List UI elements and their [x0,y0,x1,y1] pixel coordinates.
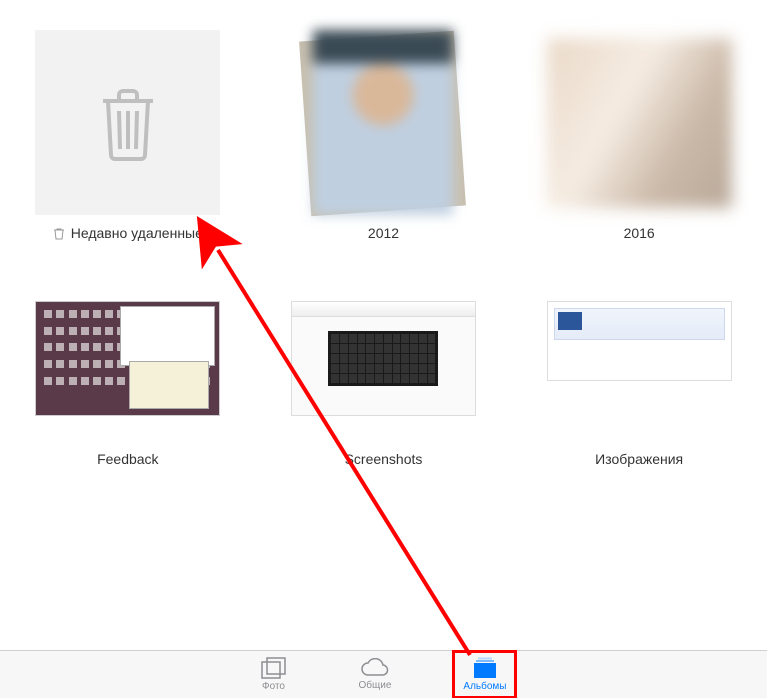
album-screenshots[interactable]: Screenshots [286,281,482,467]
album-thumb-2016 [547,30,732,215]
album-label: Недавно удаленные [71,225,203,241]
album-label-row: Screenshots [345,451,423,467]
tab-bar: Фото Общие Альбомы [0,650,767,698]
album-thumb-2012 [291,30,476,215]
albums-icon [472,657,498,679]
album-2012[interactable]: 2012 [286,30,482,241]
album-label-row: 2016 [624,225,655,241]
tab-label: Альбомы [463,681,506,692]
album-images[interactable]: Изображения [541,281,737,467]
album-feedback[interactable]: Feedback [30,281,226,467]
albums-grid: Недавно удаленные 2012 2016 [0,0,767,467]
cloud-icon [360,658,390,678]
album-label-row: Недавно удаленные [53,225,203,241]
album-label: Изображения [595,451,683,467]
album-label-row: Feedback [97,451,158,467]
album-thumb-recently-deleted [35,30,220,215]
tab-label: Общие [359,680,392,691]
album-label-row: 2012 [368,225,399,241]
album-2016[interactable]: 2016 [541,30,737,241]
trash-mini-icon [53,227,65,240]
photos-icon [261,657,287,679]
album-label-row: Изображения [595,451,683,467]
tab-label: Фото [262,681,285,692]
tab-albums[interactable]: Альбомы [457,655,512,694]
album-label: Screenshots [345,451,423,467]
album-thumb-screenshots [291,281,476,441]
album-label: 2016 [624,225,655,241]
tab-photos[interactable]: Фото [255,655,293,694]
trash-icon [93,83,163,163]
album-recently-deleted[interactable]: Недавно удаленные [30,30,226,241]
album-label: 2012 [368,225,399,241]
tab-shared[interactable]: Общие [353,656,398,693]
album-thumb-images [547,281,732,441]
album-thumb-feedback [35,281,220,441]
album-label: Feedback [97,451,158,467]
